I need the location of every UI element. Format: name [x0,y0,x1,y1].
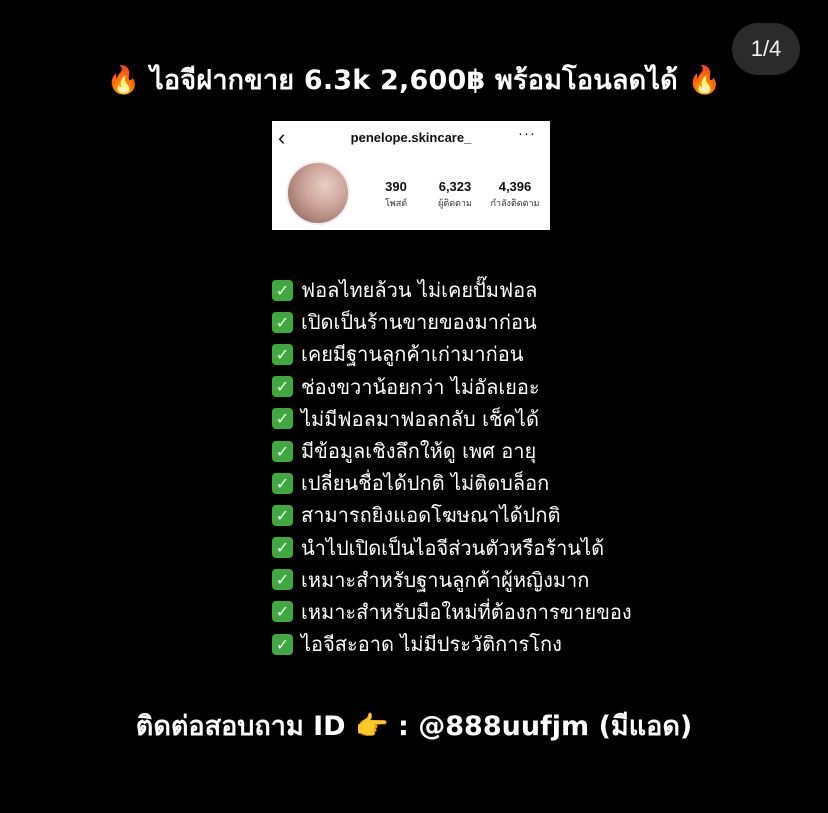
checklist-text: เหมาะสำหรับมือใหม่ที่ต้องการขายของ [301,599,632,624]
pointing-hand-icon: 👉 [355,711,389,742]
contact-id: : @888uufjm (มีแอด) [398,711,693,742]
checklist-item: ✓ ไอจีสะอาด ไม่มีประวัติการโกง [272,628,632,660]
checklist-item: ✓ ไม่มีฟอลมาฟอลกลับ เช็คได้ [272,403,632,435]
feature-checklist: ✓ ฟอลไทยล้วน ไม่เคยปั๊มฟอล ✓ เปิดเป็นร้านขา… [272,274,632,660]
check-icon: ✓ [272,279,293,301]
check-icon: ✓ [272,537,293,559]
profile-username: penelope.skincare_ [350,130,472,145]
checklist-item: ✓ ช่องขวาน้อยกว่า ไม่อัลเยอะ [272,371,632,403]
flame-icon: 🔥 [106,65,141,96]
checklist-text: เปลี่ยนชื่อได้ปกติ ไม่ติดบล็อก [301,471,550,496]
check-icon: ✓ [272,633,293,655]
contact-line: ติดต่อสอบถาม ID 👉 : @888uufjm (มีแอด) [0,704,828,747]
avatar [286,161,350,225]
check-icon: ✓ [272,440,293,462]
page-title: 🔥 ไอจีฝากขาย 6.3k 2,600฿ พร้อมโอนลดได้ 🔥 [0,58,828,101]
checklist-text: ไอจีสะอาด ไม่มีประวัติการโกง [301,632,562,657]
check-icon: ✓ [272,311,293,333]
checklist-text: เหมาะสำหรับฐานลูกค้าผู้หญิงมาก [301,567,590,592]
more-options-icon[interactable]: ··· [518,125,536,142]
checklist-item: ✓ มีข้อมูลเชิงลึกให้ดู เพศ อายุ [272,435,632,467]
stat-value: 4,396 [498,179,532,194]
checklist-item: ✓ สามารถยิงแอดโฆษณาได้ปกติ [272,499,632,531]
checklist-text: เปิดเป็นร้านขายของมาก่อน [301,310,537,335]
check-icon: ✓ [272,504,293,526]
checklist-item: ✓ เหมาะสำหรับมือใหม่ที่ต้องการขายของ [272,596,632,628]
check-icon: ✓ [272,343,293,365]
checklist-text: ช่องขวาน้อยกว่า ไม่อัลเยอะ [301,374,540,399]
check-icon: ✓ [272,472,293,494]
profile-card: ‹ penelope.skincare_ ··· 390 โพสต์ 6,323… [272,121,550,230]
stat-following: 4,396 กำลังติดตาม [485,179,545,210]
flame-icon: 🔥 [687,65,722,96]
stat-value: 390 [385,179,407,194]
stat-posts: 390 โพสต์ [375,179,417,210]
check-icon: ✓ [272,376,293,398]
stat-label: โพสต์ [384,198,408,208]
check-icon: ✓ [272,601,293,623]
stat-followers: 6,323 ผู้ติดตาม [427,179,483,210]
checklist-text: ไม่มีฟอลมาฟอลกลับ เช็คได้ [301,406,539,431]
checklist-text: นำไปเปิดเป็นไอจีส่วนตัวหรือร้านได้ [301,535,605,560]
checklist-text: มีข้อมูลเชิงลึกให้ดู เพศ อายุ [301,439,537,464]
checklist-text: สามารถยิงแอดโฆษณาได้ปกติ [301,503,561,528]
checklist-text: เคยมีฐานลูกค้าเก่ามาก่อน [301,342,524,367]
contact-prefix: ติดต่อสอบถาม ID [135,711,346,742]
stat-value: 6,323 [438,179,472,194]
checklist-item: ✓ เปิดเป็นร้านขายของมาก่อน [272,306,632,338]
checklist-item: ✓ เคยมีฐานลูกค้าเก่ามาก่อน [272,338,632,370]
checklist-item: ✓ ฟอลไทยล้วน ไม่เคยปั๊มฟอล [272,274,632,306]
checklist-item: ✓ นำไปเปิดเป็นไอจีส่วนตัวหรือร้านได้ [272,532,632,564]
stat-label: ผู้ติดตาม [438,198,472,208]
checklist-item: ✓ เหมาะสำหรับฐานลูกค้าผู้หญิงมาก [272,564,632,596]
check-icon: ✓ [272,569,293,591]
check-icon: ✓ [272,408,293,430]
title-text: ไอจีฝากขาย 6.3k 2,600฿ พร้อมโอนลดได้ [150,65,678,96]
checklist-item: ✓ เปลี่ยนชื่อได้ปกติ ไม่ติดบล็อก [272,467,632,499]
stat-label: กำลังติดตาม [490,198,540,208]
checklist-text: ฟอลไทยล้วน ไม่เคยปั๊มฟอล [301,278,538,303]
